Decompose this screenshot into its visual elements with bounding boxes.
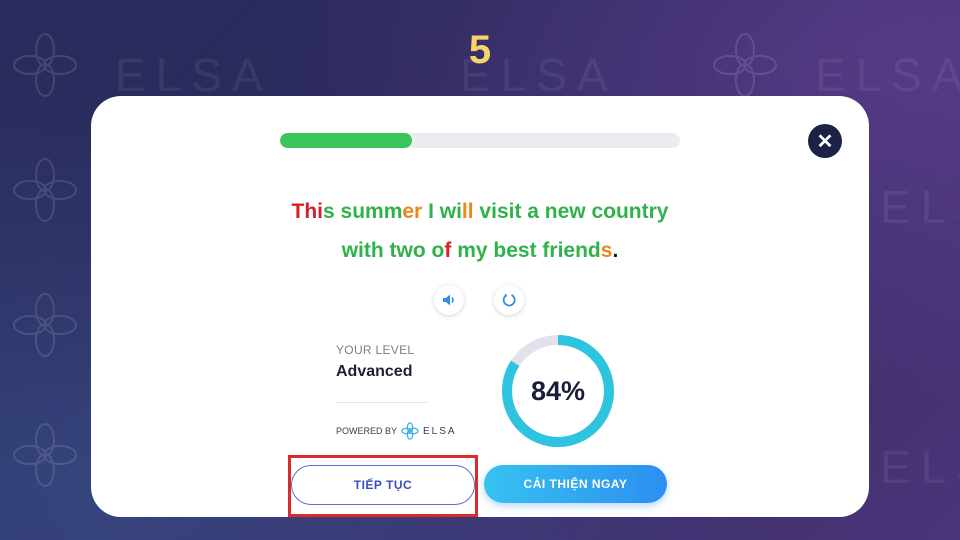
sentence-segment: . <box>612 239 619 262</box>
sentence-segment: visit a new country <box>473 200 669 223</box>
sentence-segment: ll <box>461 200 474 223</box>
powered-by-label: POWERED BY <box>336 426 398 436</box>
watermark-text: ELSA <box>880 441 960 493</box>
highlight-annotation <box>288 455 478 517</box>
progress-bar <box>280 133 680 148</box>
improve-now-button[interactable]: CẢI THIỆN NGAY <box>484 465 667 503</box>
level-label: YOUR LEVEL <box>336 343 415 357</box>
score-value: 84% <box>530 375 586 406</box>
sentence-segment: s summ <box>323 200 403 223</box>
watermark-text: ELSA <box>880 181 960 233</box>
sentence-segment: Thi <box>291 200 324 223</box>
sentence-segment: with two o <box>341 239 445 262</box>
sentence-line-2: with two of my best friends. <box>91 231 869 270</box>
step-number: 5 <box>468 28 492 72</box>
speaker-icon <box>443 294 454 306</box>
elsa-flower-decoration <box>13 423 77 487</box>
sentence-segment: my best friend <box>451 239 601 262</box>
close-icon: ✕ <box>816 130 834 153</box>
elsa-flower-decoration <box>13 293 77 357</box>
sentence-segment: s <box>600 239 613 262</box>
powered-by-brand: ELSA <box>423 425 457 437</box>
powered-by: POWERED BY ELSA <box>336 422 457 440</box>
result-card: ✕ This summer I will visit a new country… <box>91 96 869 517</box>
score-ring: 84% <box>498 331 618 451</box>
elsa-logo-icon <box>401 422 419 440</box>
sentence-segment: I wi <box>422 200 462 223</box>
play-audio-button[interactable] <box>434 285 464 315</box>
progress-fill <box>280 133 412 148</box>
replay-button[interactable] <box>494 285 524 315</box>
sentence-segment: er <box>402 200 423 223</box>
elsa-flower-decoration <box>13 158 77 222</box>
divider <box>336 402 428 403</box>
replay-icon <box>502 293 516 307</box>
practice-sentence: This summer I will visit a new country w… <box>91 192 869 270</box>
close-button[interactable]: ✕ <box>808 124 842 158</box>
level-value: Advanced <box>336 363 413 380</box>
sentence-line-1: This summer I will visit a new country <box>91 192 869 231</box>
